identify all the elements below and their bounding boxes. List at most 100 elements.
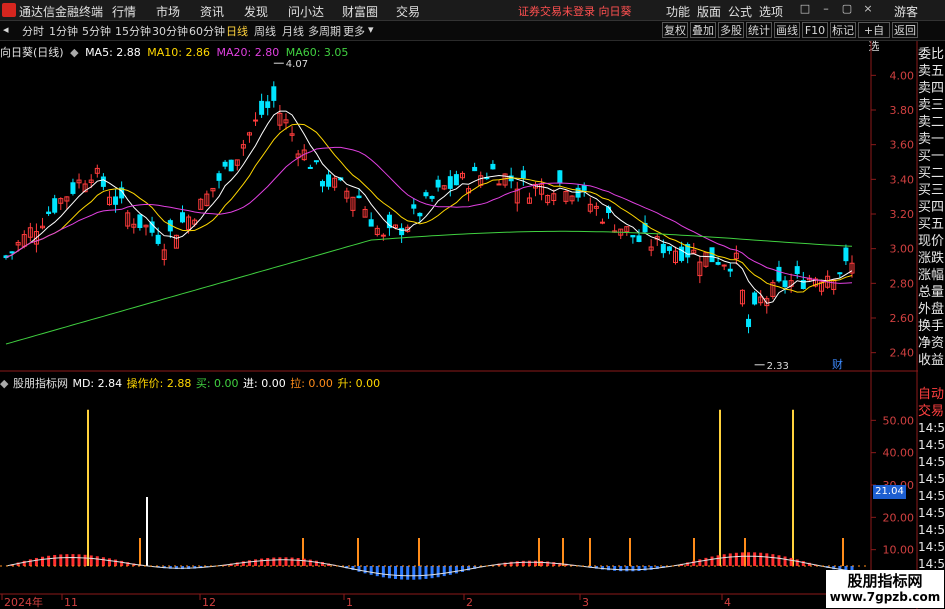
candle-body bbox=[520, 170, 526, 179]
indicator-bar bbox=[101, 557, 105, 566]
trade-time-4: 14:5 bbox=[918, 489, 945, 503]
indicator-bar bbox=[619, 566, 623, 572]
sidebar-label-5: 卖一 bbox=[918, 132, 945, 147]
sidebar-label-13: 涨幅 bbox=[918, 268, 945, 283]
candle-body bbox=[326, 174, 332, 187]
indicator-bar bbox=[284, 557, 288, 566]
stock-chart[interactable]: 4.00 3.80 3.60 3.40 3.20 3.00 2.80 2.60 2.40 50.0… bbox=[0, 0, 945, 609]
candle-body bbox=[113, 196, 119, 205]
price-tick-label: 3.60 bbox=[890, 139, 915, 152]
indicator-bar bbox=[540, 561, 544, 566]
candle-body bbox=[776, 266, 782, 282]
candle-body bbox=[253, 119, 259, 122]
indicator-bar bbox=[357, 566, 361, 572]
candle-body bbox=[313, 160, 319, 163]
indicator-bar bbox=[120, 560, 124, 566]
indicator-bar bbox=[71, 554, 75, 566]
trade-time-1: 14:5 bbox=[918, 438, 945, 452]
indicator-bar bbox=[625, 566, 629, 572]
indicator-bar bbox=[381, 566, 385, 578]
indicator-bar bbox=[247, 560, 251, 566]
candle-body bbox=[581, 185, 587, 191]
sidebar-label-3: 卖三 bbox=[918, 98, 945, 113]
candle-body bbox=[368, 219, 374, 227]
indicator-bar bbox=[59, 554, 63, 566]
sidebar-label-2: 卖四 bbox=[918, 81, 945, 96]
candle-body bbox=[100, 176, 106, 187]
candle-body bbox=[259, 100, 265, 115]
quote-sidebar: 委比 卖五 卖四 卖三 卖二 卖一 买一 买二 买三 买四 买五 现价 涨跌 涨幅 总量 外盘 换手 净资 收益 bbox=[918, 46, 945, 380]
indicator-bar bbox=[734, 552, 738, 566]
indicator-bar bbox=[789, 557, 793, 566]
candle-body bbox=[447, 176, 453, 189]
sidebar-label-4: 卖二 bbox=[918, 115, 945, 130]
trade-label-0[interactable]: 自动 bbox=[918, 386, 945, 403]
sidebar-label-0: 委比 bbox=[918, 47, 945, 62]
candle-body bbox=[837, 272, 843, 275]
indicator-bar bbox=[83, 554, 87, 566]
indicator-bar bbox=[704, 557, 708, 566]
indicator-bar bbox=[28, 559, 32, 566]
candle-body bbox=[411, 204, 417, 209]
indicator-bar bbox=[418, 566, 422, 580]
candle-body bbox=[429, 196, 435, 199]
indicator-bar bbox=[747, 552, 751, 566]
sidebar-label-15: 外盘 bbox=[918, 302, 945, 317]
indicator-bar bbox=[375, 566, 379, 577]
ma20-line bbox=[5, 146, 853, 284]
indicator-bar bbox=[765, 553, 769, 566]
candle-body bbox=[52, 198, 58, 213]
candle-body bbox=[9, 251, 15, 254]
low-label: 2.33 bbox=[767, 361, 789, 372]
candle-body bbox=[752, 292, 758, 305]
indicator-bar bbox=[89, 555, 93, 566]
candle-body bbox=[228, 159, 234, 172]
indicator-bar bbox=[266, 557, 270, 566]
candle-body bbox=[423, 192, 429, 197]
trade-sidebar: 自动 交易 14:5 14:5 14:5 14:5 14:5 14:5 14:5 14:5 14:5… bbox=[918, 386, 945, 572]
indicator-bar bbox=[436, 566, 440, 578]
candle-body bbox=[155, 234, 161, 244]
sidebar-label-16: 换手 bbox=[918, 319, 945, 334]
indicator-tick-label: 40.00 bbox=[883, 447, 915, 460]
indicator-bar bbox=[290, 557, 294, 566]
indicator-bar bbox=[107, 558, 111, 566]
price-tick-label: 3.80 bbox=[890, 104, 915, 117]
indicator-bar bbox=[722, 554, 726, 566]
indicator-bar bbox=[53, 554, 57, 566]
candle-body bbox=[307, 166, 313, 169]
watermark: 股朋指标网 www.7gpzb.com bbox=[826, 570, 944, 608]
candle-body bbox=[843, 247, 849, 262]
date-tick-label: 11 bbox=[64, 596, 78, 609]
candle-body bbox=[180, 212, 186, 223]
indicator-bar bbox=[363, 566, 367, 574]
indicator-bar bbox=[454, 566, 458, 574]
indicator-bar bbox=[777, 555, 781, 566]
candle-body bbox=[715, 261, 721, 265]
indicator-bar bbox=[527, 560, 531, 566]
price-tick-label: 2.40 bbox=[890, 347, 915, 360]
indicator-bar bbox=[534, 560, 538, 566]
indicator-bar bbox=[740, 552, 744, 566]
indicator-bar bbox=[400, 566, 404, 580]
indicator-bar bbox=[783, 556, 787, 566]
finance-mark: 财 bbox=[832, 357, 843, 371]
indicator-bar bbox=[77, 554, 81, 566]
candle-body bbox=[472, 166, 478, 172]
candle-body bbox=[557, 170, 563, 184]
indicator-bar bbox=[710, 556, 714, 566]
indicator-bar bbox=[412, 566, 416, 580]
candle-body bbox=[496, 183, 502, 186]
sidebar-label-11: 现价 bbox=[918, 234, 945, 249]
indicator-bar bbox=[448, 566, 452, 575]
indicator-bar bbox=[728, 553, 732, 566]
date-tick-label: 2024年 bbox=[4, 595, 43, 609]
trade-label-1[interactable]: 交易 bbox=[918, 403, 945, 420]
indicator-bar bbox=[716, 555, 720, 566]
indicator-bar bbox=[424, 566, 428, 579]
indicator-bar bbox=[546, 561, 550, 566]
indicator-bar bbox=[430, 566, 434, 579]
ma5-line bbox=[5, 110, 853, 304]
indicator-bar bbox=[521, 560, 525, 566]
sidebar-label-6: 买一 bbox=[918, 149, 945, 164]
